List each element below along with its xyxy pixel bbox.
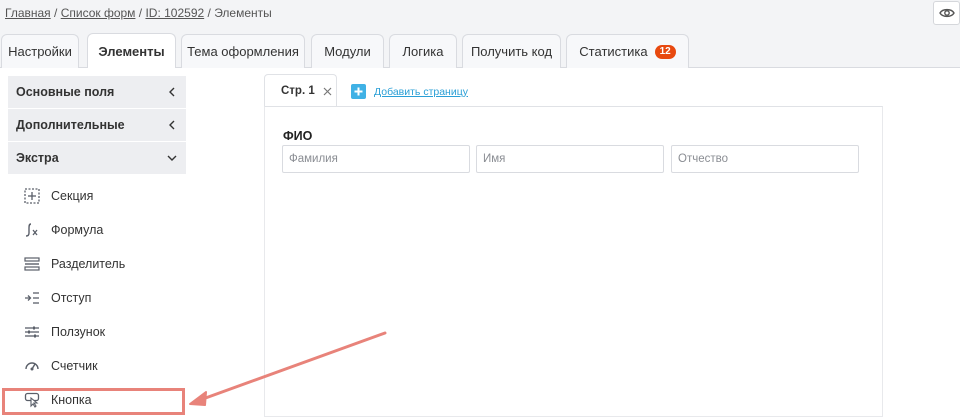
add-page-button[interactable]: Добавить страницу	[351, 84, 468, 99]
tab-label: Получить код	[470, 44, 553, 59]
tab-label: Статистика	[579, 44, 648, 59]
chevron-left-icon	[166, 119, 178, 131]
counter-icon	[23, 357, 41, 375]
breadcrumb-current: Элементы	[214, 6, 272, 20]
tab-theme[interactable]: Тема оформления	[181, 34, 305, 68]
patronymic-input[interactable]	[671, 145, 859, 173]
breadcrumb: Главная / Список форм / ID: 102592 / Эле…	[5, 6, 272, 20]
add-page-label: Добавить страницу	[374, 85, 468, 98]
tab-get-code[interactable]: Получить код	[462, 34, 561, 68]
form-page-area: ФИО	[264, 106, 883, 417]
element-indent[interactable]: Отступ	[8, 281, 186, 315]
form-canvas: Стр. 1 Добавить страницу ФИО	[264, 74, 883, 417]
tab-statistics[interactable]: Статистика 12	[566, 34, 689, 68]
page-tab-1[interactable]: Стр. 1	[264, 74, 337, 107]
tab-logic[interactable]: Логика	[389, 34, 457, 68]
chevron-down-icon	[166, 152, 178, 164]
plus-icon	[351, 84, 366, 99]
slider-icon	[23, 323, 41, 341]
section-label: Основные поля	[16, 85, 115, 99]
section-label: Дополнительные	[16, 118, 125, 132]
element-label: Отступ	[51, 291, 92, 305]
breadcrumb-forms-link[interactable]: Список форм	[61, 6, 136, 20]
breadcrumb-id-link[interactable]: ID: 102592	[145, 6, 204, 20]
indent-icon	[23, 289, 41, 307]
element-slider[interactable]: Ползунок	[8, 315, 186, 349]
element-label: Счетчик	[51, 359, 98, 373]
extra-elements-list: Секция Формула Разделитель Отступ Ползун…	[8, 175, 186, 417]
tab-elements[interactable]: Элементы	[87, 33, 176, 68]
sidebar-section-extra[interactable]: Экстра	[8, 142, 186, 175]
formula-icon	[23, 221, 41, 239]
preview-button[interactable]	[933, 1, 960, 25]
sidebar-section-basic-fields[interactable]: Основные поля	[8, 76, 186, 109]
element-formula[interactable]: Формула	[8, 213, 186, 247]
tab-label: Элементы	[98, 43, 165, 59]
breadcrumb-separator: /	[135, 6, 146, 20]
breadcrumb-separator: /	[204, 6, 215, 20]
eye-icon	[938, 8, 955, 18]
tab-label: Настройки	[8, 44, 72, 59]
statistics-count-badge: 12	[654, 44, 676, 59]
tab-label: Тема оформления	[187, 44, 299, 59]
element-label: Секция	[51, 189, 94, 203]
element-label: Разделитель	[51, 257, 126, 271]
sidebar-section-additional[interactable]: Дополнительные	[8, 109, 186, 142]
element-counter[interactable]: Счетчик	[8, 349, 186, 383]
field-label-fio: ФИО	[283, 129, 313, 143]
breadcrumb-separator: /	[50, 6, 61, 20]
page-tab-label: Стр. 1	[281, 85, 315, 97]
highlight-annotation-box	[2, 388, 185, 415]
tab-label: Модули	[324, 44, 371, 59]
section-icon	[23, 187, 41, 205]
element-label: Формула	[51, 223, 104, 237]
last-name-input[interactable]	[282, 145, 470, 173]
chevron-left-icon	[166, 86, 178, 98]
top-bar: Главная / Список форм / ID: 102592 / Эле…	[0, 0, 960, 30]
element-divider[interactable]: Разделитель	[8, 247, 186, 281]
section-label: Экстра	[16, 151, 59, 165]
breadcrumb-home-link[interactable]: Главная	[5, 6, 51, 20]
first-name-input[interactable]	[476, 145, 664, 173]
close-icon[interactable]	[323, 86, 333, 96]
divider-icon	[23, 255, 41, 273]
tab-settings[interactable]: Настройки	[1, 34, 79, 68]
tab-modules[interactable]: Модули	[311, 34, 384, 68]
element-section[interactable]: Секция	[8, 179, 186, 213]
element-label: Ползунок	[51, 325, 106, 339]
elements-sidebar: Основные поля Дополнительные Экстра Секц…	[8, 76, 186, 417]
tab-label: Логика	[402, 44, 444, 59]
main-tabs: Настройки Элементы Тема оформления Модул…	[0, 30, 960, 68]
